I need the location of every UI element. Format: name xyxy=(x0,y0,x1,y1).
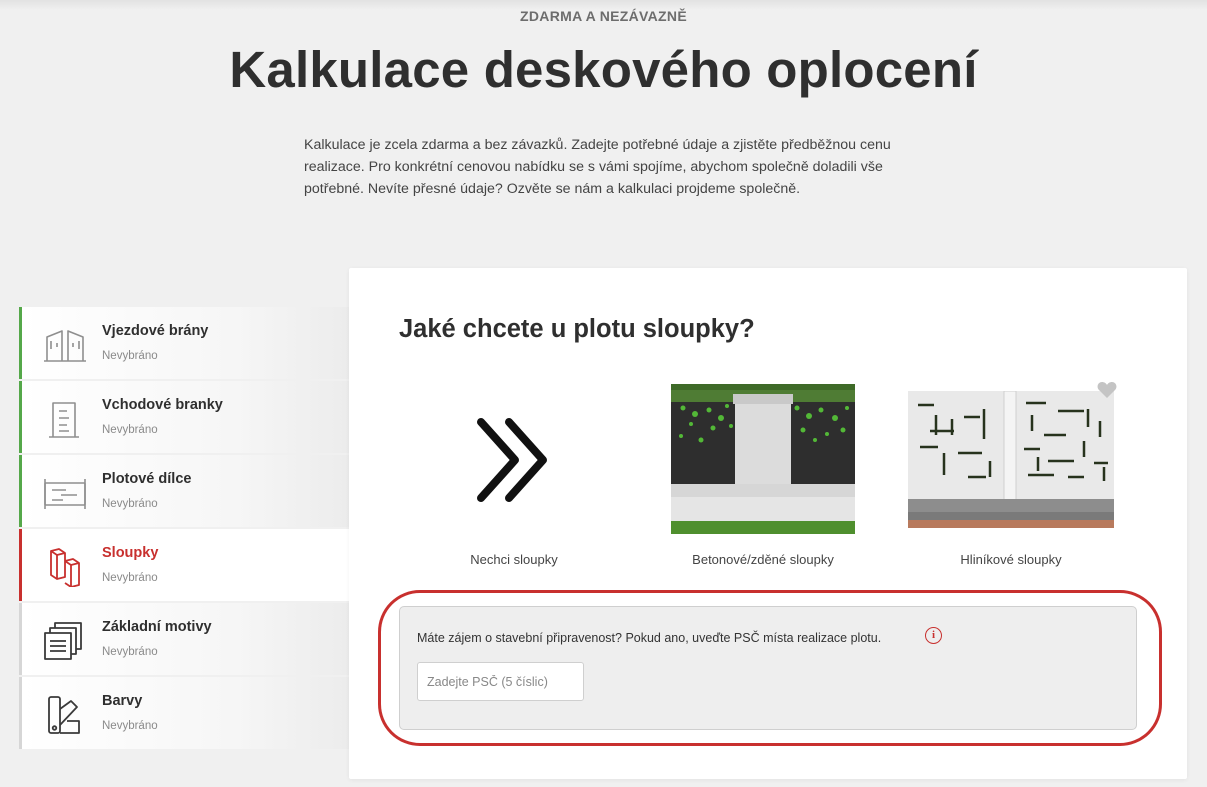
sidebar-item-posts[interactable]: Sloupky Nevybráno xyxy=(19,529,349,601)
sidebar-item-colors[interactable]: Barvy Nevybráno xyxy=(19,677,349,749)
sidebar-item-status: Nevybráno xyxy=(102,498,158,510)
postal-code-box: Máte zájem o stavební připravenost? Poku… xyxy=(399,606,1137,730)
page-title: Kalkulace deskového oplocení xyxy=(229,41,978,98)
option-no-posts[interactable]: Nechci sloupky xyxy=(419,384,609,574)
sidebar-item-entrance-gates[interactable]: Vchodové branky Nevybráno xyxy=(19,381,349,453)
posts-icon xyxy=(41,547,89,588)
option-label: Betonové/zděné sloupky xyxy=(692,552,834,567)
option-aluminium-posts[interactable]: Hliníkové sloupky xyxy=(908,384,1114,574)
sidebar-item-status: Nevybráno xyxy=(102,572,158,584)
sidebar-item-fence-panels[interactable]: Plotové dílce Nevybráno xyxy=(19,455,349,527)
aluminium-post-image xyxy=(908,391,1114,528)
sidebar-item-label: Vchodové branky xyxy=(102,397,223,413)
sidebar-item-basic-motifs[interactable]: Základní motivy Nevybráno xyxy=(19,603,349,675)
sidebar-item-status: Nevybráno xyxy=(102,424,158,436)
postal-code-input[interactable] xyxy=(417,662,584,701)
favorite-heart-icon[interactable] xyxy=(1097,381,1117,399)
sidebar-item-driveway-gates[interactable]: Vjezdové brány Nevybráno xyxy=(19,307,349,379)
sidebar-item-label: Barvy xyxy=(102,693,143,709)
fence-panel-icon xyxy=(41,473,89,513)
option-concrete-posts[interactable]: Betonové/zděné sloupky xyxy=(671,384,855,574)
sidebar-item-label: Plotové dílce xyxy=(102,471,192,487)
option-label: Nechci sloupky xyxy=(470,552,558,567)
sidebar-item-status: Nevybráno xyxy=(102,720,158,732)
sidebar-item-label: Základní motivy xyxy=(102,619,212,635)
intro-paragraph: Kalkulace je zcela zdarma a bez závazků.… xyxy=(304,137,891,197)
steps-sidebar: Vjezdové brány Nevybráno Vchodové branky… xyxy=(19,307,349,751)
eyebrow-text: ZDARMA A NEZÁVAZNĚ xyxy=(520,8,687,24)
postal-code-label: Máte zájem o stavební připravenost? Poku… xyxy=(417,631,882,645)
sidebar-item-status: Nevybráno xyxy=(102,350,158,362)
colors-icon xyxy=(41,695,89,735)
sidebar-item-label: Vjezdové brány xyxy=(102,323,209,339)
double-chevron-right-icon xyxy=(477,418,547,502)
info-icon[interactable]: i xyxy=(925,627,942,644)
question-heading: Jaké chcete u plotu sloupky? xyxy=(399,315,755,343)
motifs-icon xyxy=(41,621,89,661)
driveway-gate-icon xyxy=(41,325,89,365)
entrance-gate-icon xyxy=(41,399,89,439)
sidebar-item-status: Nevybráno xyxy=(102,646,158,658)
configurator-card: Jaké chcete u plotu sloupky? Nechci slou… xyxy=(349,268,1187,779)
option-label: Hliníkové sloupky xyxy=(960,552,1062,567)
concrete-post-image xyxy=(671,384,855,534)
sidebar-item-label: Sloupky xyxy=(102,545,159,561)
